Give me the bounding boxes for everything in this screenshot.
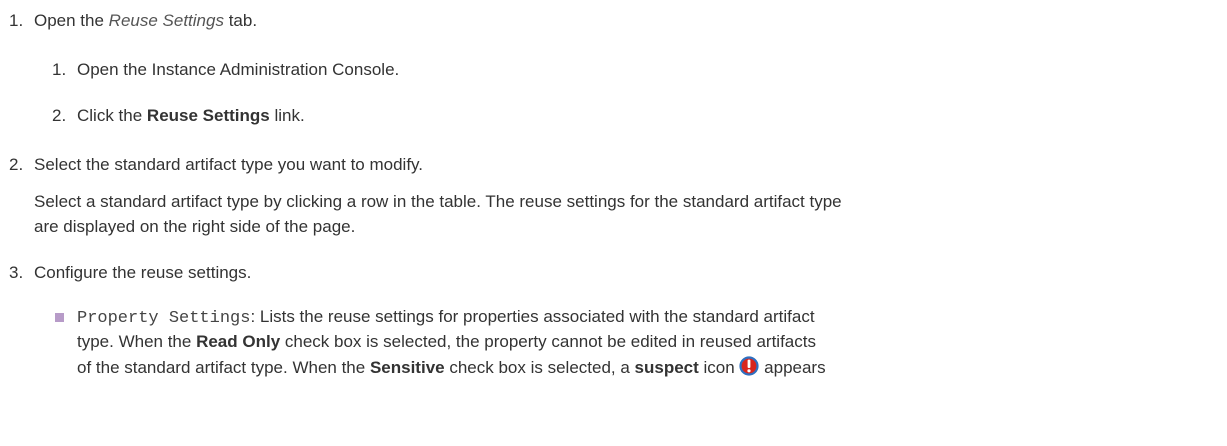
step-1-number: 1. (9, 11, 24, 30)
line-3-text-f: appears (759, 358, 826, 377)
suspect-label: suspect (634, 358, 699, 377)
bullet-marker (55, 313, 64, 322)
substep-1-number: 1. (52, 60, 67, 79)
suspect-icon (739, 356, 760, 376)
line-3-text-c: check box is selected, a (444, 358, 635, 377)
substep-2-number: 2. (52, 106, 67, 125)
step-2-paragraph-line-2: are displayed on the right side of the p… (34, 217, 356, 236)
substep-1-text: Open the Instance Administration Console… (77, 60, 400, 79)
property-settings-desc-1: : Lists the reuse settings for propertie… (250, 307, 815, 326)
read-only-label: Read Only (196, 332, 281, 351)
step-1-prefix: Open the (34, 11, 109, 30)
property-settings-code: Property Settings (77, 309, 251, 328)
line-2-text-a: type. When the (77, 332, 197, 351)
line-3-text-a: of the standard artifact type. When the (77, 358, 370, 377)
reuse-settings-tab-name: Reuse Settings (108, 11, 224, 30)
property-settings-line-1: Property Settings: Lists the reuse setti… (77, 306, 815, 330)
step-3-text: Configure the reuse settings. (34, 263, 252, 282)
step-1-suffix: tab. (223, 11, 258, 30)
reuse-settings-link-name: Reuse Settings (146, 106, 270, 125)
step-1-text: Open the Reuse Settings tab. (34, 10, 257, 32)
sensitive-label: Sensitive (369, 358, 445, 377)
step-2-number: 2. (9, 155, 24, 174)
step-2-text: Select the standard artifact type you wa… (34, 155, 423, 174)
substep-2-prefix: Click the (77, 106, 147, 125)
substep-2-text: Click the Reuse Settings link. (77, 105, 305, 127)
substep-2-suffix: link. (269, 106, 305, 125)
step-2-paragraph-line-1: Select a standard artifact type by click… (34, 192, 842, 211)
line-3-text-e: icon (698, 358, 740, 377)
property-settings-line-3: of the standard artifact type. When the … (77, 356, 826, 379)
line-2-text-c: check box is selected, the property cann… (280, 332, 816, 351)
step-3-number: 3. (9, 263, 24, 282)
property-settings-line-2: type. When the Read Only check box is se… (77, 331, 816, 353)
document-page: 1. Open the Reuse Settings tab. 1. Open … (0, 0, 1227, 446)
